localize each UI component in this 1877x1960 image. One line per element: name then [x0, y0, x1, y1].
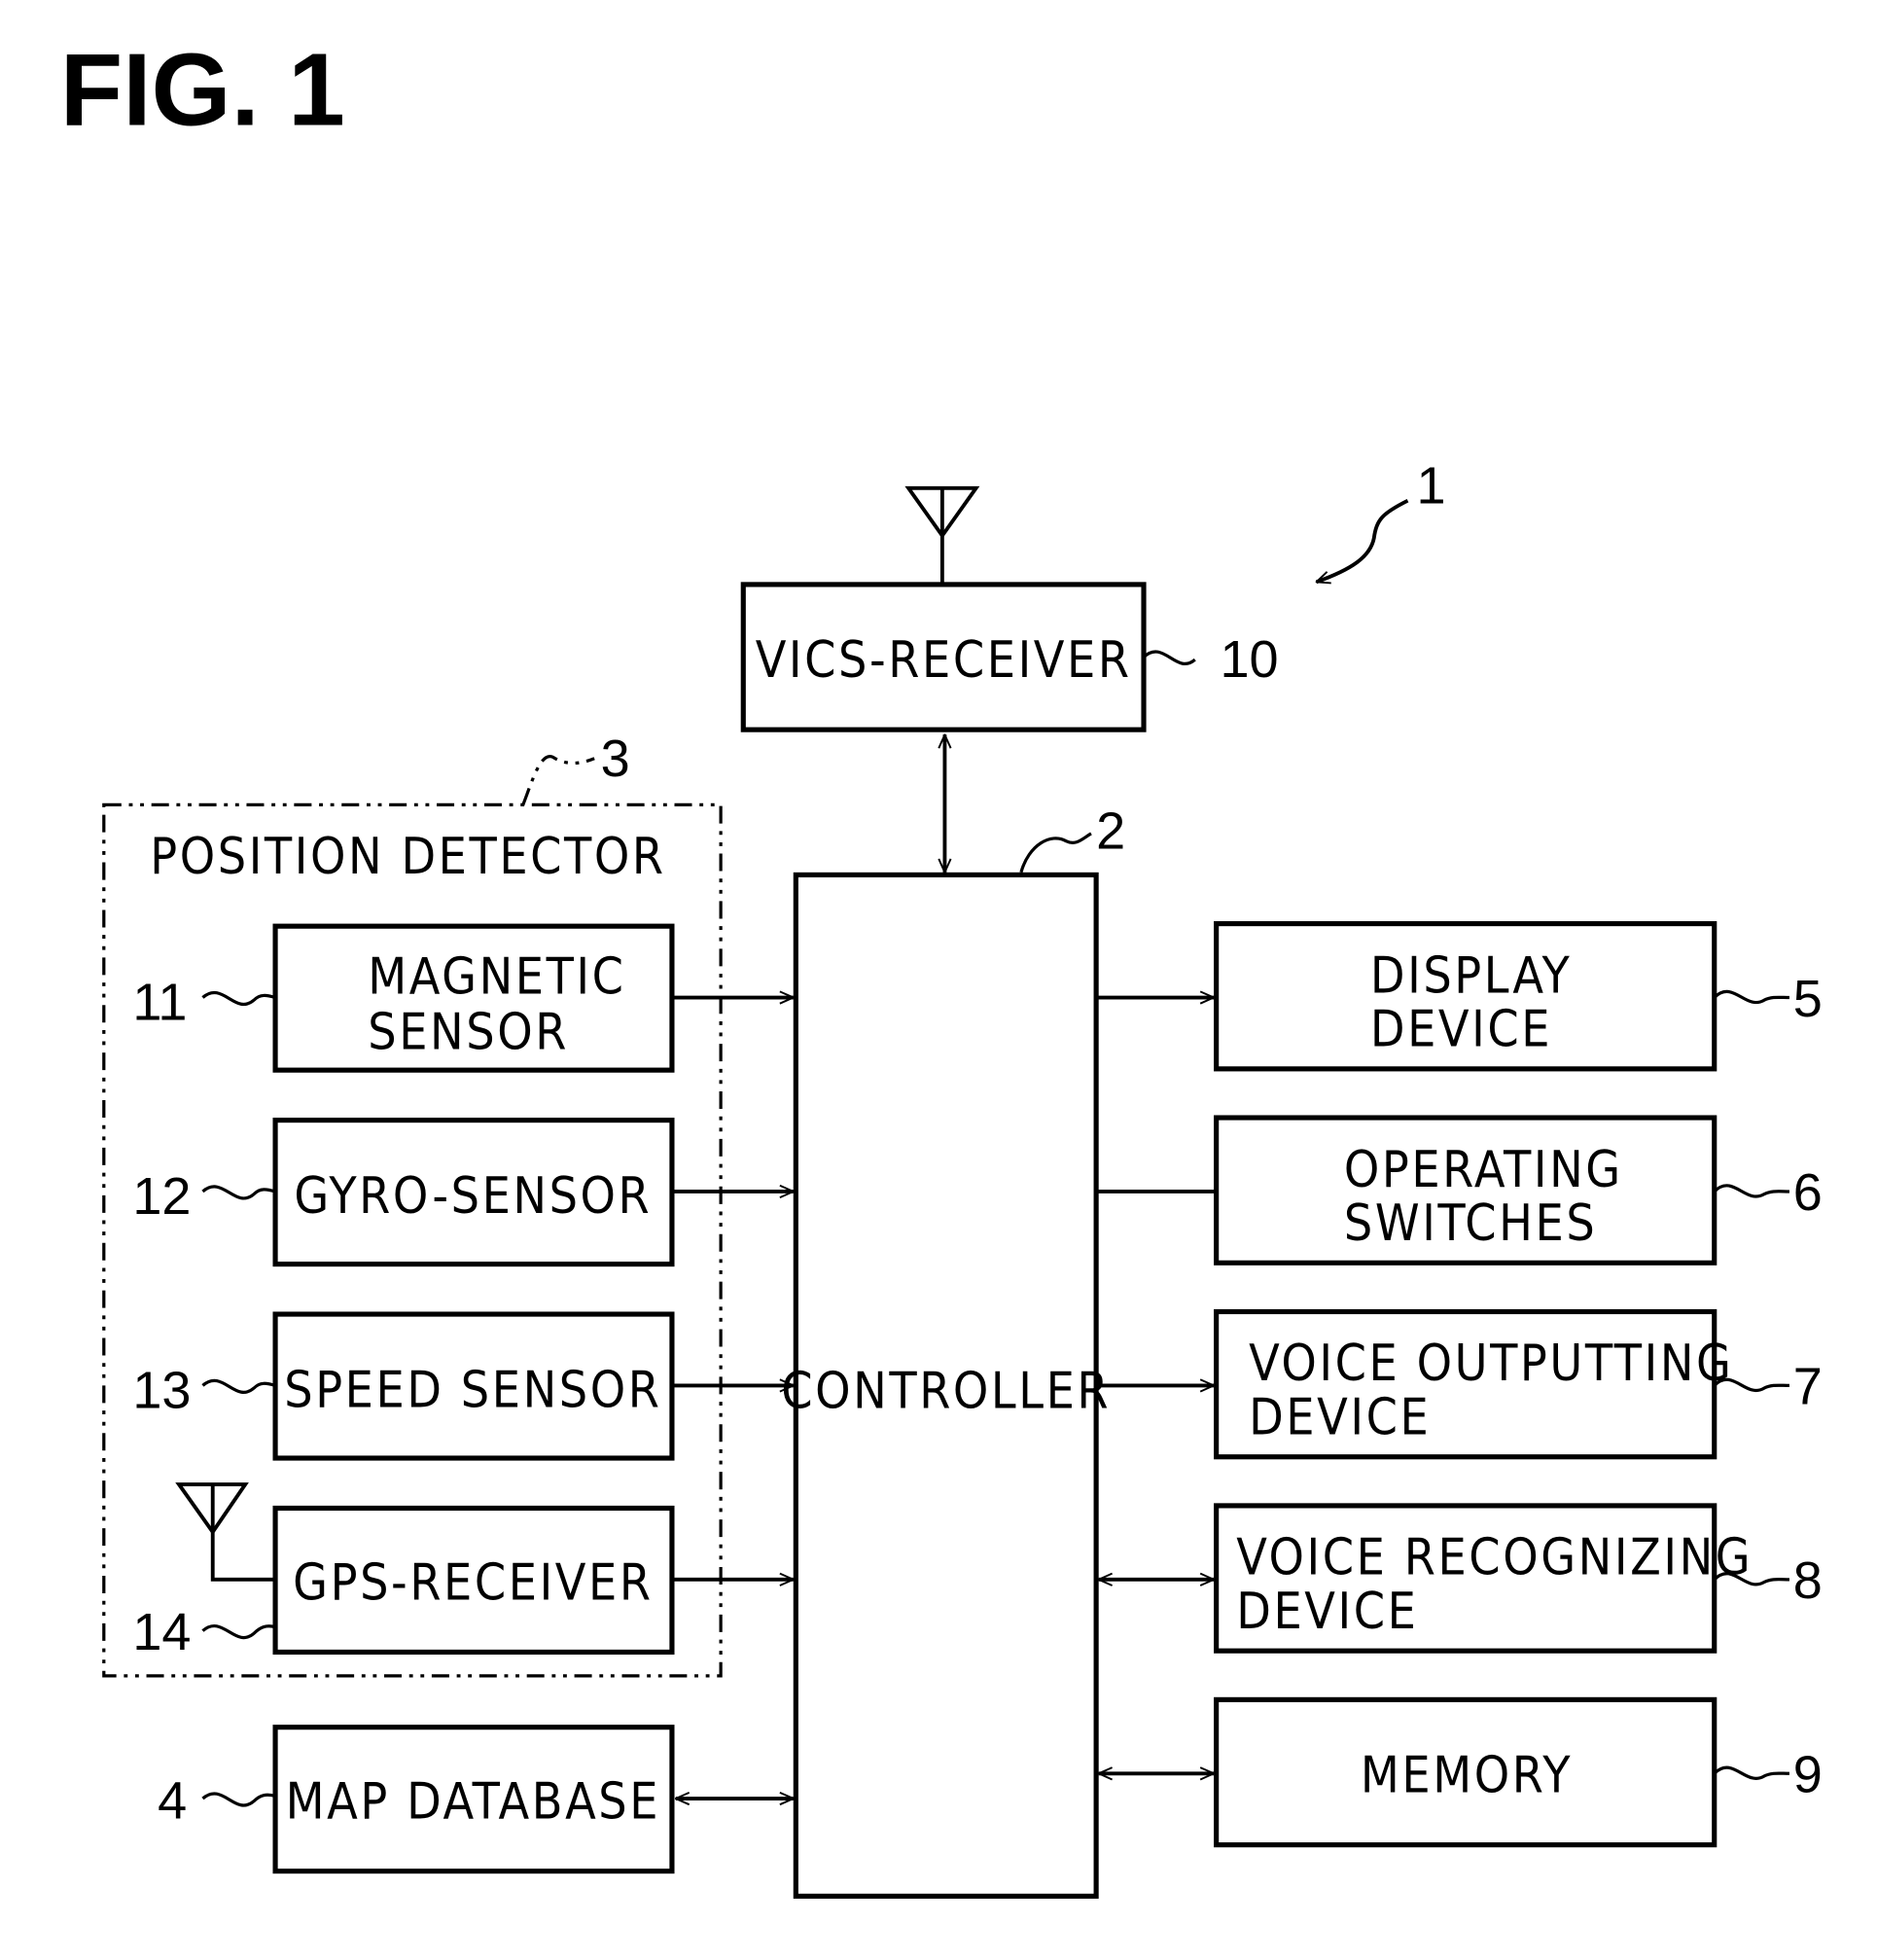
ref-9: 9 [1793, 1746, 1823, 1804]
voice-outputting-label-line1: VOICE OUTPUTTING [1249, 1335, 1733, 1393]
controller-block: CONTROLLER 2 [781, 802, 1125, 1899]
position-detector-label: POSITION DETECTOR [150, 828, 665, 886]
block-diagram: FIG. 1 1 VICS-RECEIVER 10 CONTROLLER 2 P… [60, 33, 1823, 1899]
voice-recognizing-device-block: VOICE RECOGNIZING DEVICE 8 [1214, 1503, 1823, 1654]
controller-label: CONTROLLER [781, 1363, 1111, 1421]
figure-title: FIG. 1 [60, 33, 345, 148]
vics-receiver-block: VICS-RECEIVER 10 [740, 582, 1279, 732]
ref-14: 14 [132, 1603, 191, 1661]
operating-switches-label-line2: SWITCHES [1344, 1194, 1597, 1253]
magnetic-sensor-block: MAGNETIC SENSOR 11 [132, 923, 675, 1073]
magnetic-sensor-label-line2: SENSOR [368, 1003, 569, 1061]
operating-switches-label-line1: OPERATING [1344, 1141, 1623, 1199]
display-device-block: DISPLAY DEVICE 5 [1214, 921, 1823, 1072]
voice-recognizing-label-line2: DEVICE [1236, 1583, 1418, 1641]
memory-block: MEMORY 9 [1214, 1696, 1823, 1848]
display-device-label-line2: DEVICE [1370, 1001, 1552, 1059]
gps-receiver-label: GPS-RECEIVER [293, 1553, 653, 1612]
magnetic-sensor-label-line1: MAGNETIC [368, 948, 625, 1007]
ref-5: 5 [1793, 970, 1823, 1028]
ref-8: 8 [1793, 1551, 1823, 1610]
speed-sensor-label: SPEED SENSOR [284, 1361, 661, 1419]
ref-7: 7 [1793, 1358, 1823, 1416]
ref-10: 10 [1221, 630, 1279, 689]
ref-1: 1 [1417, 456, 1446, 515]
vics-receiver-label: VICS-RECEIVER [756, 631, 1132, 690]
ref-3: 3 [601, 730, 630, 788]
voice-outputting-label-line2: DEVICE [1249, 1389, 1431, 1447]
ref-4: 4 [158, 1772, 187, 1831]
map-database-block: MAP DATABASE 4 [158, 1725, 675, 1874]
vics-antenna-icon [904, 485, 980, 585]
ref-11: 11 [132, 974, 187, 1032]
display-device-label-line1: DISPLAY [1370, 946, 1572, 1005]
gyro-sensor-block: GYRO-SENSOR 12 [132, 1118, 675, 1267]
ref-6: 6 [1793, 1163, 1823, 1222]
ref-13: 13 [132, 1362, 191, 1420]
operating-switches-block: OPERATING SWITCHES 6 [1214, 1115, 1823, 1265]
memory-label: MEMORY [1361, 1747, 1573, 1805]
voice-outputting-device-block: VOICE OUTPUTTING DEVICE 7 [1214, 1308, 1823, 1460]
voice-recognizing-label-line1: VOICE RECOGNIZING [1236, 1529, 1753, 1587]
ref-2: 2 [1096, 802, 1125, 860]
map-database-label: MAP DATABASE [286, 1773, 660, 1832]
speed-sensor-block: SPEED SENSOR 13 [132, 1311, 675, 1461]
gps-antenna-icon [175, 1482, 276, 1582]
gyro-sensor-label: GYRO-SENSOR [294, 1167, 652, 1226]
ref-12: 12 [132, 1167, 191, 1226]
system-reference: 1 [1317, 456, 1446, 582]
